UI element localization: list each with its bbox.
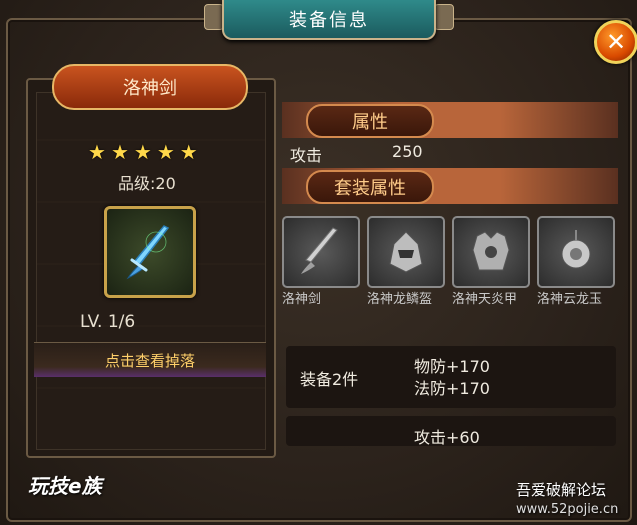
attributes-header: 属性 [282,102,618,138]
star-icon: ★ [88,140,106,164]
jade-icon [561,230,591,269]
set-item-frame[interactable] [452,216,530,288]
set-item-frame[interactable] [537,216,615,288]
set-bonus-value: 法防+170 [414,379,490,398]
window-title: 装备信息 [222,0,436,40]
level-text: LV. 1/6 [80,312,136,332]
sword-icon [126,225,170,280]
set-item-name: 洛神云龙玉 [537,292,603,307]
attribute-value: 250 [392,142,423,161]
set-bonus-value: 攻击+60 [414,428,480,446]
set-item-name: 洛神天炎甲 [452,292,518,307]
title-ornament-left [204,4,224,30]
star-rating: ★ ★ ★ ★ ★ [88,140,198,164]
star-icon: ★ [156,140,175,164]
attribute-name: 攻击 [290,146,323,165]
watermark-right-url: www.52pojie.cn [516,502,619,517]
star-icon: ★ [179,140,198,164]
set-item-frame[interactable] [282,216,360,288]
view-drop-button[interactable]: 点击查看掉落 [34,342,266,377]
armor-icon [472,231,510,271]
set-bonus-values: 物防+170 法防+170 [414,356,490,400]
close-icon: ✕ [605,28,627,56]
set-bonus-row: 装备2件 物防+170 法防+170 [286,346,616,408]
set-item[interactable]: 洛神龙鳞盔 [367,216,445,308]
set-items: 洛神剑 洛神龙鳞盔 洛神天炎甲 洛神云龙玉 [282,216,615,308]
set-item-frame[interactable] [367,216,445,288]
equipment-name: 洛神剑 [52,64,248,110]
details-column: 属性 攻击 250 套装属性 洛神剑 洛神龙鳞盔 洛神天炎甲 洛神云龙玉 装备2… [282,96,622,504]
watermark-right: 吾爱破解论坛 www.52pojie.cn [516,480,618,520]
equipment-icon-frame[interactable] [104,206,196,298]
close-button[interactable]: ✕ [594,20,637,64]
set-bonus-label: 装备2件 [300,370,359,389]
star-icon: ★ [133,140,152,164]
grade-text: 品级:20 [118,174,176,193]
set-bonus-row: 攻击+60 [286,416,616,446]
equipment-info-panel: 装备信息 ✕ 洛神剑 ★ ★ ★ ★ ★ 品级:20 LV. 1/6 点击查看掉… [0,0,637,525]
attribute-row: 攻击 250 [290,142,423,166]
watermark-left: 玩技e族 [28,474,102,498]
set-title: 套装属性 [306,170,434,204]
sword-icon [301,227,338,274]
star-icon: ★ [110,140,129,164]
attributes-title: 属性 [306,104,434,138]
title-ornament-right [434,4,454,30]
helmet-icon [389,231,423,273]
set-item-name: 洛神龙鳞盔 [367,292,433,307]
set-item[interactable]: 洛神天炎甲 [452,216,530,308]
watermark-right-title: 吾爱破解论坛 [516,481,607,499]
set-item[interactable]: 洛神云龙玉 [537,216,615,308]
set-item[interactable]: 洛神剑 [282,216,360,308]
set-bonus-value: 物防+170 [414,357,490,376]
set-item-name: 洛神剑 [282,292,322,307]
set-header: 套装属性 [282,168,618,204]
